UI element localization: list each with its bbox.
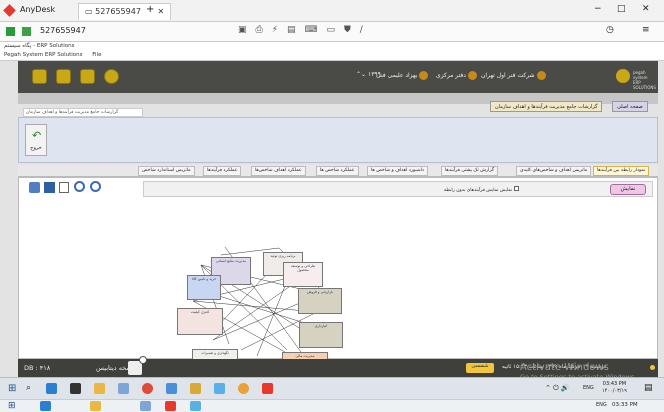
- menu-icon[interactable]: ≡: [642, 25, 650, 35]
- notification-icon[interactable]: [104, 69, 119, 84]
- zoom-in-icon[interactable]: [74, 181, 85, 192]
- window-menu: Pegah System ERP Solutions File: [0, 51, 664, 61]
- local-tray-lang[interactable]: ENG: [596, 402, 607, 408]
- anydesk-app-name: AnyDesk: [20, 5, 56, 14]
- company-icon: [536, 71, 546, 80]
- checkbox-label[interactable]: نمایش نمایش فرآیندهای بدون رابطه: [444, 186, 519, 193]
- new-tab-button[interactable]: +: [146, 4, 154, 15]
- remote-desktop: پگاه سیستم - ERP Solutions Pegah System …: [0, 42, 664, 390]
- anydesk-logo-icon: [3, 4, 16, 17]
- print-icon[interactable]: [29, 182, 40, 193]
- monitor-icon: ▭: [85, 7, 96, 16]
- tab-report[interactable]: گزارشات جامع مدیریت فرآیندها و اهداف ساز…: [490, 101, 603, 112]
- filter-panel: نمایش نمایش فرآیندهای بدون رابطه نمایش: [143, 181, 653, 197]
- close-window-icon[interactable]: ✕: [642, 4, 650, 14]
- save-report-icon[interactable]: [44, 182, 55, 193]
- close-tab-icon[interactable]: ✕: [157, 7, 164, 16]
- tab-process-relation[interactable]: نمودار رابطه بین فرآیندها: [593, 166, 650, 176]
- local-folder-icon[interactable]: [90, 401, 101, 411]
- connection-icon: [6, 27, 15, 36]
- maximize-icon[interactable]: □: [617, 4, 626, 14]
- save-icon[interactable]: [80, 69, 95, 84]
- local-photo-icon[interactable]: [190, 401, 201, 411]
- store-icon[interactable]: [70, 383, 81, 394]
- tray-lang[interactable]: ENG: [583, 385, 594, 391]
- tab-kpi-standard-matrix[interactable]: ماتریس استاندارد شاخص: [138, 166, 195, 176]
- show-unrelated-checkbox[interactable]: [513, 186, 519, 191]
- shamsi-badge[interactable]: شمسی: [466, 363, 494, 373]
- edge-icon[interactable]: [46, 383, 57, 394]
- report-content: نمایش نمایش فرآیندهای بدون رابطه نمایش م…: [18, 177, 658, 390]
- anydesk-tab-bar: AnyDesk ▭ 527655947 ✕ + − □ ✕: [0, 0, 664, 22]
- tab-goals-kpi-matrix[interactable]: ماتریس اهداف و شاخص‌های کلیدی: [516, 166, 592, 176]
- user-icon: [419, 71, 429, 80]
- refresh-icon[interactable]: [56, 69, 71, 84]
- address-field[interactable]: 527655947: [40, 26, 86, 35]
- explorer-icon[interactable]: [190, 383, 201, 394]
- office-icon: [467, 71, 477, 80]
- process-node-quality[interactable]: کنترل کیفیت: [177, 308, 223, 335]
- local-anydesk-icon[interactable]: [165, 401, 176, 411]
- local-edge-icon[interactable]: [40, 401, 51, 411]
- tray-icons: ⌃ ⏻ 🔊: [545, 384, 570, 392]
- remote-taskbar: ⊞ ⌕ ⌃ ⏻ 🔊 ENG 03:43 PM ۱۴۰۰/۰۳/۱۹ ▤: [0, 377, 664, 399]
- tray-clock[interactable]: 03:43 PM ۱۴۰۰/۰۳/۱۹: [602, 381, 627, 395]
- toolbar-icons[interactable]: ▣⎙⚡▤⌨▭⛊∕: [238, 25, 372, 35]
- toolbar-panel: ↶ خروج: [18, 117, 658, 163]
- tab-goals-performance[interactable]: عملکرد اهداف شاخص‌ها: [251, 166, 306, 176]
- db-label: DB : ۴۱۸: [24, 364, 51, 372]
- show-button[interactable]: نمایش: [610, 184, 646, 195]
- notification-center-icon[interactable]: ▤: [644, 383, 653, 393]
- windows-start-icon[interactable]: ⊞: [8, 383, 16, 394]
- report-tabs: نمودار رابطه بین فرآیندها ماتریس اهداف و…: [18, 165, 658, 177]
- process-node-design[interactable]: طراحی و توسعه محصول: [283, 262, 323, 287]
- status-dot-icon: [650, 365, 655, 370]
- anydesk-task-icon[interactable]: [262, 383, 273, 394]
- process-node-warehouse[interactable]: انبارداری: [299, 322, 343, 348]
- erp-app-icon[interactable]: [118, 383, 129, 394]
- erp-header: ⌃⌄ ۱۳۹۹ بهزاد علیمی فنی دفتر مرکزی شرکت …: [18, 61, 658, 93]
- alert-badge-icon: [139, 356, 147, 364]
- minimize-icon[interactable]: −: [594, 4, 602, 14]
- back-arrow-icon: ↶: [32, 129, 42, 142]
- timer-icon[interactable]: [238, 383, 249, 394]
- app-menu[interactable]: Pegah System ERP Solutions: [4, 52, 83, 58]
- exit-button[interactable]: ↶ خروج: [25, 124, 47, 156]
- session-tab[interactable]: ▭ 527655947 ✕: [78, 3, 172, 20]
- user-name: بهزاد علیمی فنی: [376, 71, 429, 80]
- process-node-purchasing[interactable]: خرید و تامین کالا: [187, 275, 221, 300]
- tab-goals-dashboard[interactable]: داشبورد اهداف و شاخص ها: [367, 166, 428, 176]
- pegah-logo: pegah system ERP SOLUTIONS: [633, 70, 656, 90]
- file-menu[interactable]: File: [92, 52, 101, 58]
- exit-app-icon[interactable]: [32, 69, 47, 84]
- chat-icon[interactable]: [22, 27, 31, 36]
- hamburger-icon[interactable]: [616, 69, 630, 83]
- office-name: دفتر مرکزی: [436, 71, 477, 80]
- photo-icon[interactable]: [214, 383, 225, 394]
- folder-icon[interactable]: [94, 383, 105, 394]
- breadcrumb: گزارشات جامع مدیریت فرآیندها و اهداف ساز…: [23, 108, 143, 117]
- chrome-icon[interactable]: [142, 383, 153, 394]
- zoom-out-icon[interactable]: [90, 181, 101, 192]
- page-icon[interactable]: [59, 182, 69, 193]
- search-icon[interactable]: ⌕: [26, 383, 31, 393]
- company-name: شرکت فنر اول تهران: [481, 71, 546, 80]
- tab-process-performance[interactable]: عملکرد فرآیندها: [203, 166, 242, 176]
- mail-icon[interactable]: [166, 383, 177, 394]
- local-clock[interactable]: 03:33 PM: [612, 402, 638, 408]
- window-title: پگاه سیستم - ERP Solutions: [0, 42, 664, 51]
- history-icon[interactable]: ◷: [606, 25, 614, 35]
- tab-home[interactable]: صفحه اصلی: [612, 101, 648, 112]
- local-taskbar: ⊞ ENG 03:33 PM: [0, 399, 664, 412]
- anydesk-toolbar: 527655947 ▣⎙⚡▤⌨▭⛊∕ ◷ ≡: [0, 22, 664, 42]
- tab-kpi-performance[interactable]: عملکرد شاخص ها: [316, 166, 359, 176]
- local-start-icon[interactable]: ⊞: [8, 401, 16, 411]
- tab-process-report[interactable]: گزارش تک پشتی فرآیندها: [441, 166, 499, 176]
- local-app-icon[interactable]: [140, 401, 151, 411]
- process-node-sales[interactable]: بازاریابی و فروش: [298, 288, 342, 314]
